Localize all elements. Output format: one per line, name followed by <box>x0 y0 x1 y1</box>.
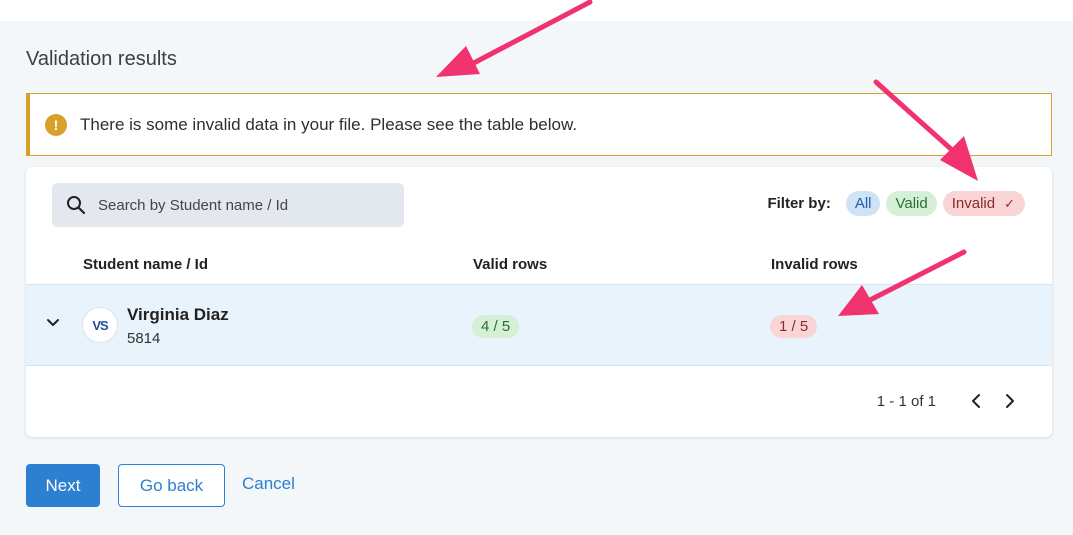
page-title: Validation results <box>26 48 177 70</box>
filter-chip-all[interactable]: All <box>845 191 881 216</box>
chevron-left-icon[interactable] <box>966 390 986 412</box>
column-header-valid-rows: Valid rows <box>473 256 548 273</box>
column-header-student: Student name / Id <box>83 256 209 273</box>
search-box[interactable] <box>52 183 404 227</box>
alert-message: There is some invalid data in your file.… <box>80 114 578 134</box>
top-strip <box>0 0 1073 21</box>
invalid-rows-badge: 1 / 5 <box>770 315 818 338</box>
chevron-right-icon[interactable] <box>1000 390 1020 412</box>
filter-group: Filter by: All Valid Invalid ✓ <box>767 191 1025 216</box>
filter-chip-invalid-label: Invalid <box>951 195 996 212</box>
chevron-down-icon[interactable] <box>46 318 60 328</box>
avatar: VS <box>82 307 118 343</box>
exclamation-icon: ! <box>45 113 67 136</box>
avatar-logo: VS <box>92 317 108 333</box>
search-input[interactable] <box>98 196 378 214</box>
next-button[interactable]: Next <box>26 464 100 507</box>
valid-rows-badge: 4 / 5 <box>472 315 520 338</box>
cancel-link[interactable]: Cancel <box>242 474 295 494</box>
table-row[interactable]: VS Virginia Diaz 5814 4 / 5 1 / 5 <box>26 284 1052 366</box>
student-name: Virginia Diaz <box>127 305 229 324</box>
results-card: Filter by: All Valid Invalid ✓ Student n… <box>26 167 1052 437</box>
filter-chip-invalid[interactable]: Invalid ✓ <box>942 191 1025 216</box>
pagination: 1 - 1 of 1 <box>877 390 1020 412</box>
search-icon <box>67 196 86 215</box>
pagination-info: 1 - 1 of 1 <box>876 392 936 410</box>
go-back-button[interactable]: Go back <box>118 464 225 507</box>
column-header-invalid-rows: Invalid rows <box>771 256 858 273</box>
checkmark-icon: ✓ <box>1004 195 1015 211</box>
filter-chip-valid[interactable]: Valid <box>886 191 937 216</box>
filter-label: Filter by: <box>767 195 831 212</box>
warning-alert: ! There is some invalid data in your fil… <box>26 93 1052 156</box>
student-id: 5814 <box>127 330 161 347</box>
